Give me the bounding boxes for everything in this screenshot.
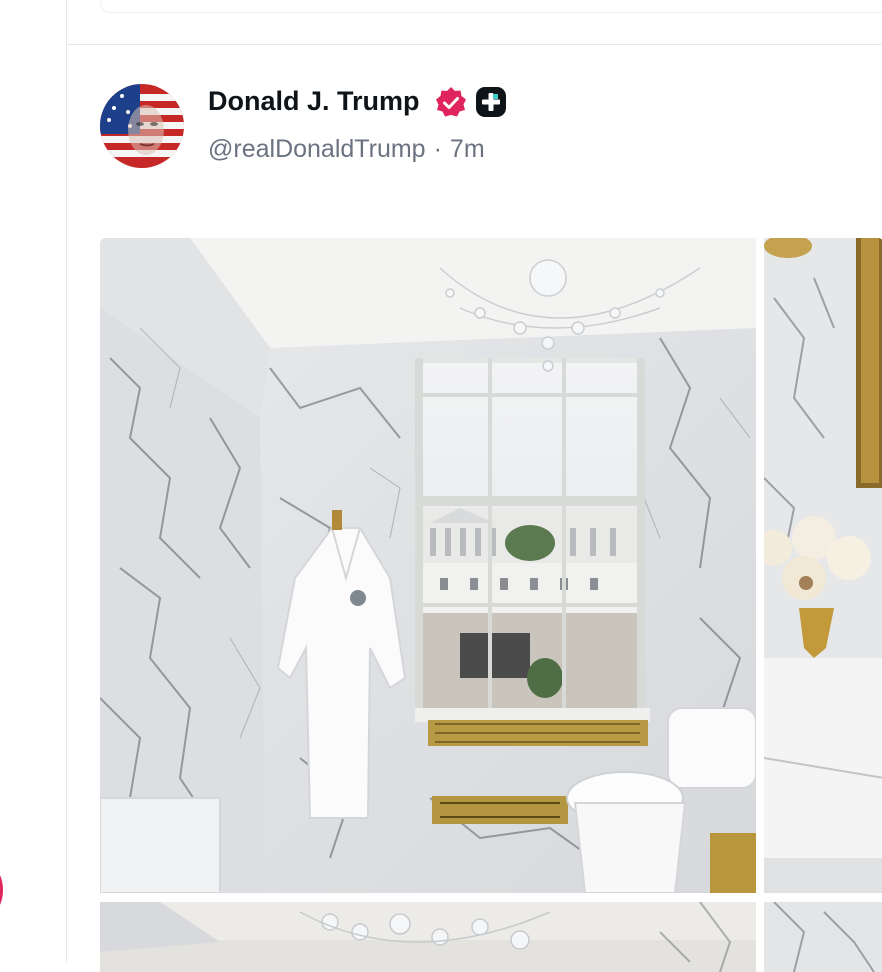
previous-post-card[interactable] bbox=[100, 0, 882, 13]
vanity-image bbox=[764, 238, 882, 893]
meta-separator: · bbox=[433, 135, 442, 163]
post-timestamp[interactable]: 7m bbox=[450, 135, 485, 164]
bathroom-image bbox=[100, 238, 756, 893]
plus-badge-icon bbox=[476, 87, 506, 117]
photo-vanity-roses[interactable] bbox=[764, 238, 882, 893]
left-navigation-rail bbox=[0, 0, 67, 962]
post-meta: @realDonaldTrump · 7m bbox=[208, 135, 485, 164]
photo-bathroom-window[interactable] bbox=[100, 238, 756, 893]
column-divider bbox=[66, 0, 67, 962]
author-handle[interactable]: @realDonaldTrump bbox=[208, 135, 426, 164]
post-divider bbox=[67, 44, 882, 45]
avatar-image bbox=[100, 84, 184, 168]
avatar[interactable] bbox=[100, 84, 184, 168]
verified-icon bbox=[436, 87, 466, 117]
author-display-name[interactable]: Donald J. Trump bbox=[208, 86, 420, 117]
